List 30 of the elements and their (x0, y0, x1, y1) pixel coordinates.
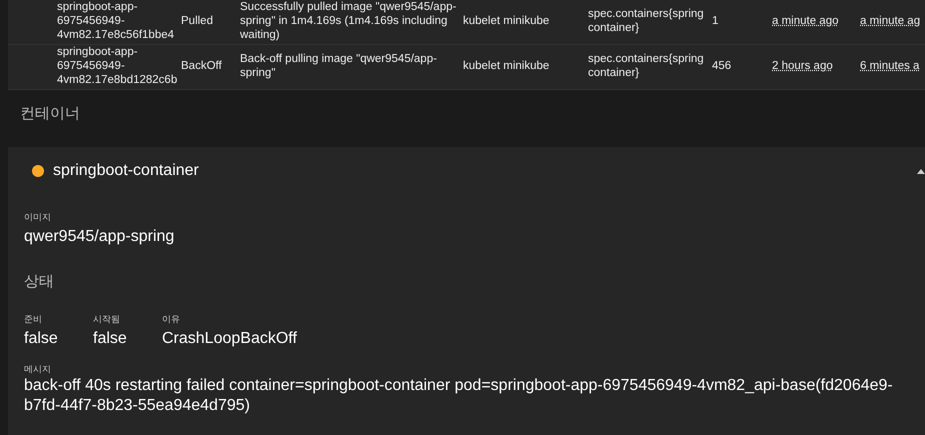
event-source: kubelet minikube (463, 15, 550, 28)
event-message: Back-off pulling image "qwer9545/app-spring" (240, 53, 437, 79)
event-first-seen: a minute ago (772, 15, 838, 28)
event-first-seen: 2 hours ago (772, 60, 833, 72)
event-reason: Pulled (181, 15, 213, 28)
event-count: 1 (712, 15, 718, 28)
field-value: qwer9545/app-spring (24, 226, 176, 246)
event-reason: BackOff (181, 60, 222, 72)
field-value: CrashLoopBackOff (162, 328, 297, 348)
event-message: Successfully pulled image "qwer9545/app-spring" in 1m4.169s (1m4.169s including waiting) (240, 1, 456, 41)
event-last-seen: a minute ag (860, 15, 920, 28)
field-value: back-off 40s restarting failed container=springboot-container pod=springboot-app-6975456949-4vm82_api-base(fd2064e9-b7fd-44f7-8b23-55ea94e4d795) (24, 376, 894, 416)
event-last-seen: 6 minutes a (860, 60, 920, 72)
field-label: 시작됨 (93, 313, 121, 326)
event-name: springboot-app-6975456949-4vm82.17e8c56f1bbe4 (57, 1, 174, 41)
field-label: 메시지 (24, 362, 52, 376)
field-label: 준비 (24, 313, 43, 326)
field-label: 이미지 (24, 211, 52, 224)
section-heading: 상태 (24, 272, 54, 290)
event-sub-object: spec.containers{spring container} (588, 8, 704, 34)
container-name: springboot-container (53, 161, 199, 181)
field-value: false (93, 328, 128, 348)
field-value: false (24, 328, 59, 348)
section-heading: 컨테이너 (20, 105, 80, 122)
collapse-caret-icon[interactable] (917, 168, 925, 174)
event-name: springboot-app-6975456949-4vm82.17e8bd1282c6b (57, 46, 178, 86)
field-label: 이유 (162, 313, 181, 326)
event-sub-object: spec.containers{spring container} (588, 53, 704, 79)
event-source: kubelet minikube (463, 60, 550, 72)
event-count: 456 (712, 60, 732, 72)
